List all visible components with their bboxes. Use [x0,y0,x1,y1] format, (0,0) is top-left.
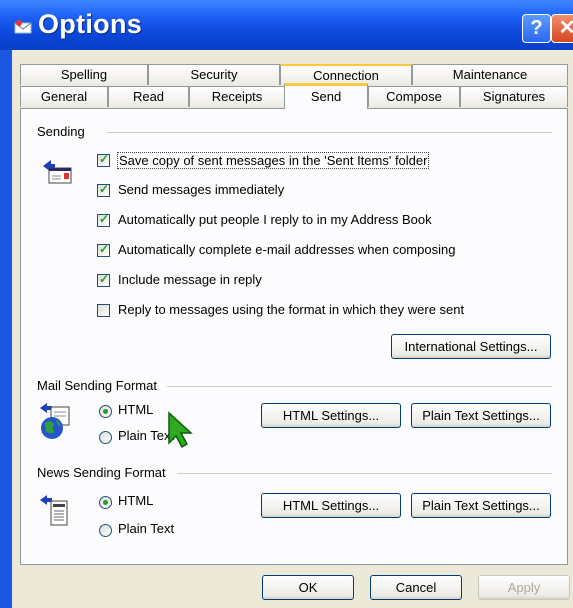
auto-address-book-label[interactable]: Automatically put people I reply to in m… [118,212,432,227]
include-message-label[interactable]: Include message in reply [118,272,262,287]
options-window: Options ? ✕ Spelling Security Connection… [0,0,573,608]
news-format-divider [177,473,552,474]
options-icon [14,20,32,34]
mail-format-globe-icon [40,403,70,439]
mail-html-settings-button[interactable]: HTML Settings... [261,403,401,428]
news-plain-text-label[interactable]: Plain Text [118,521,174,536]
mail-html-label[interactable]: HTML [118,402,153,417]
sending-group-label: Sending [37,124,85,139]
news-html-radio[interactable] [99,496,112,509]
tab-security[interactable]: Security [148,64,280,85]
tab-connection[interactable]: Connection [280,64,412,85]
ok-button[interactable]: OK [262,575,354,600]
mail-format-divider [167,386,552,387]
international-settings-button[interactable]: International Settings... [391,334,551,359]
tab-receipts[interactable]: Receipts [189,86,285,107]
dialog-client: Spelling Security Connection Maintenance… [12,50,573,608]
tab-send[interactable]: Send [284,83,368,109]
tab-signatures[interactable]: Signatures [460,86,568,107]
news-html-settings-button[interactable]: HTML Settings... [261,493,401,518]
mail-plain-text-settings-button[interactable]: Plain Text Settings... [411,403,551,428]
window-title: Options [38,9,143,39]
send-immediately-label[interactable]: Send messages immediately [118,182,284,197]
news-plain-text-settings-button[interactable]: Plain Text Settings... [411,493,551,518]
sending-divider [107,132,552,133]
checkbox-auto-address-book[interactable]: ✓ [97,212,110,227]
help-button[interactable]: ? [522,14,551,43]
news-plain-text-radio[interactable] [99,524,112,537]
checkbox-send-immediately[interactable]: ✓ [97,182,110,197]
news-format-icon [40,495,68,526]
mail-format-group-label: Mail Sending Format [37,378,157,393]
news-html-label[interactable]: HTML [118,493,153,508]
mouse-cursor-icon [168,411,193,449]
tab-compose[interactable]: Compose [368,86,460,107]
close-button[interactable]: ✕ [551,14,573,43]
checkbox-include-message[interactable]: ✓ [97,272,110,287]
tab-maintenance[interactable]: Maintenance [412,64,568,85]
tab-spelling[interactable]: Spelling [20,64,148,85]
send-mail-icon [43,160,72,184]
apply-button[interactable]: Apply [478,575,570,600]
checkbox-auto-complete[interactable]: ✓ [97,242,110,257]
tab-read[interactable]: Read [108,86,189,107]
checkbox-reply-format[interactable] [97,304,110,317]
news-format-group-label: News Sending Format [37,465,166,480]
mail-plain-text-radio[interactable] [99,431,112,444]
tab-general[interactable]: General [20,86,108,107]
mail-html-radio[interactable] [99,405,112,418]
checkbox-save-copy[interactable]: ✓ [97,152,110,167]
save-copy-label[interactable]: Save copy of sent messages in the 'Sent … [117,152,430,169]
cancel-button[interactable]: Cancel [370,575,462,600]
title-bar[interactable]: Options ? ✕ [0,0,573,50]
send-tab-panel: Sending ✓ Save copy of sent messages in … [20,108,568,565]
reply-format-label[interactable]: Reply to messages using the format in wh… [118,302,464,317]
mail-plain-text-label[interactable]: Plain Text [118,428,174,443]
auto-complete-label[interactable]: Automatically complete e-mail addresses … [118,242,455,257]
